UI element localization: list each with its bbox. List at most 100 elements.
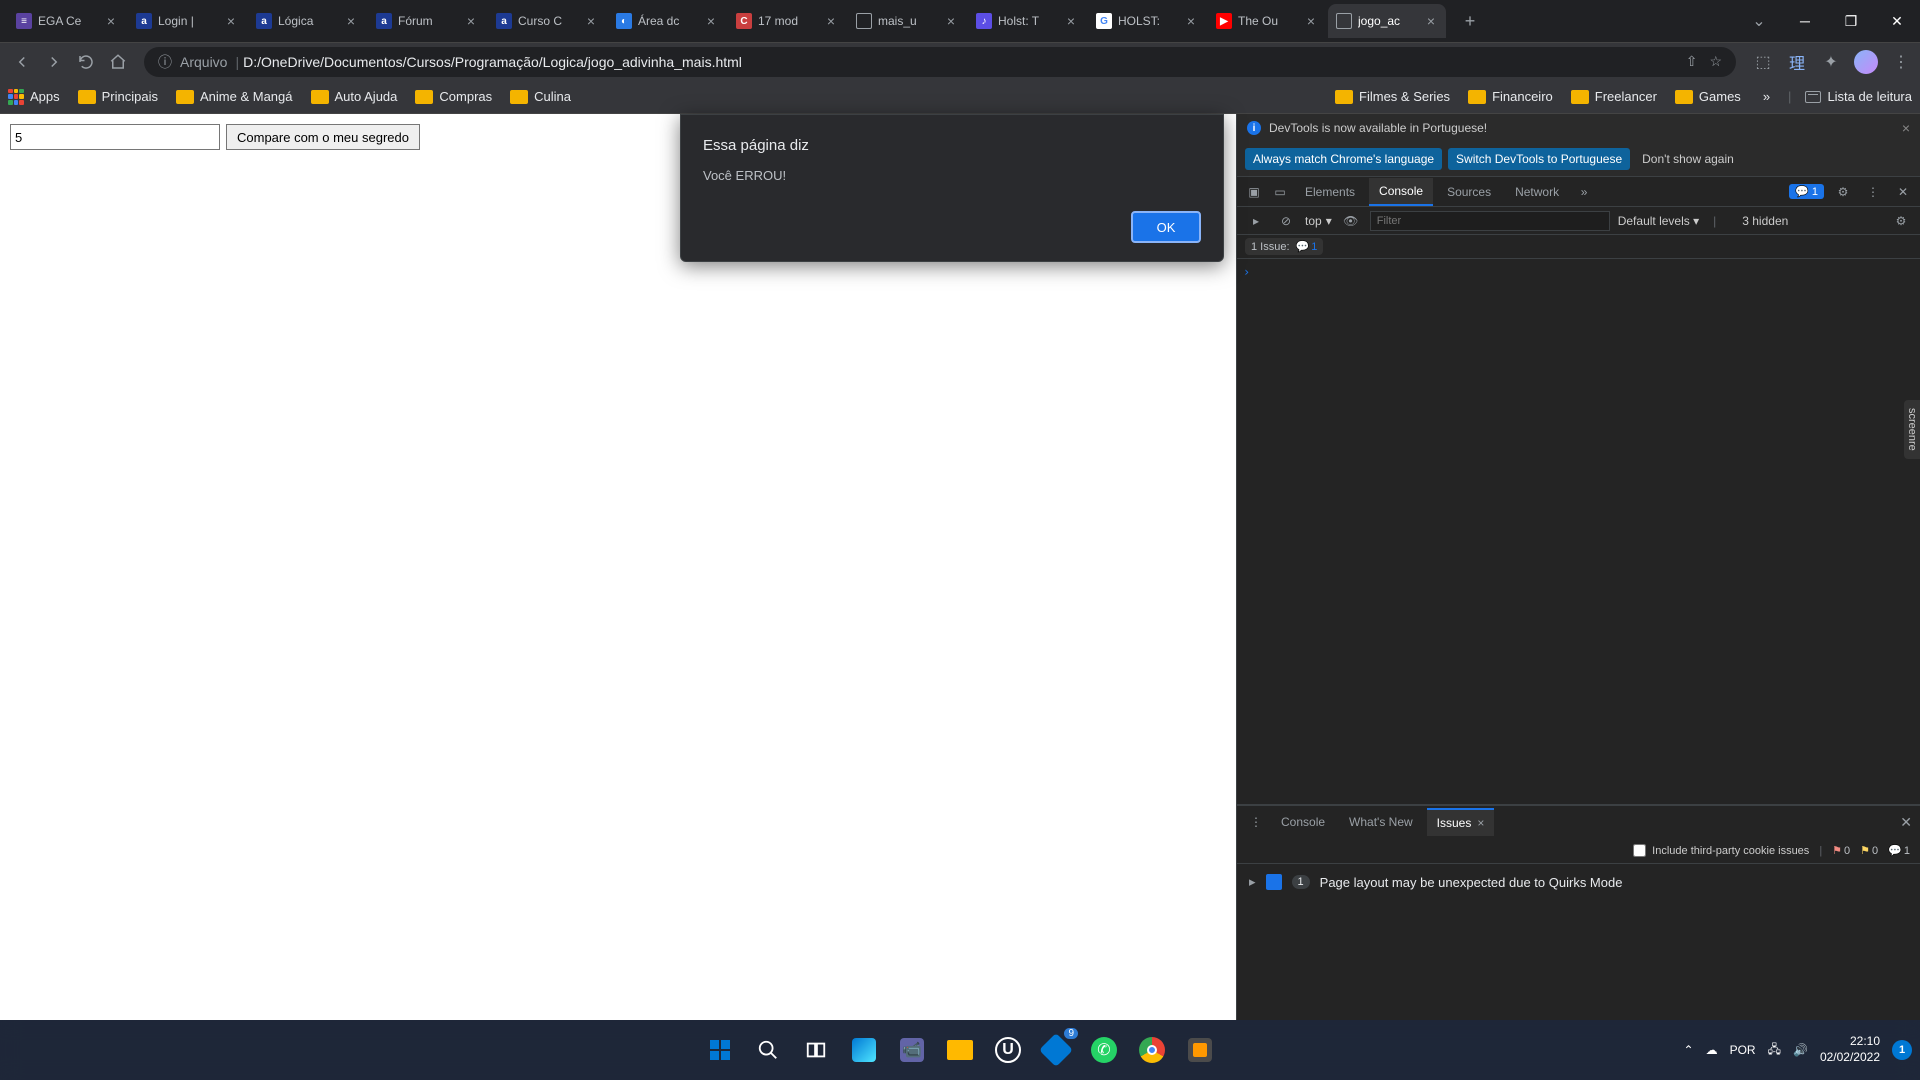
close-devtools-icon[interactable]: ✕	[1892, 181, 1914, 203]
translate-icon[interactable]: 理	[1786, 51, 1808, 73]
browser-tab[interactable]: GHOLST:×	[1088, 4, 1206, 38]
close-icon[interactable]: ×	[104, 14, 118, 28]
new-tab-button[interactable]: +	[1456, 7, 1484, 35]
issues-summary-row[interactable]: 1 Issue: 💬 1	[1237, 235, 1920, 259]
tab-sources[interactable]: Sources	[1437, 179, 1501, 205]
reader-icon[interactable]: ⬚	[1752, 51, 1774, 73]
more-menu-icon[interactable]: ⋮	[1862, 181, 1884, 203]
dont-show-again-button[interactable]: Don't show again	[1636, 148, 1740, 170]
bookmark-folder[interactable]: Culina	[510, 89, 571, 104]
close-icon[interactable]: ×	[224, 14, 238, 28]
browser-tab[interactable]: ◐Área dc×	[608, 4, 726, 38]
browser-tab[interactable]: ▶The Ou×	[1208, 4, 1326, 38]
browser-tab[interactable]: ♪Holst: T×	[968, 4, 1086, 38]
device-toolbar-icon[interactable]: ▭	[1269, 181, 1291, 203]
include-cookies-checkbox[interactable]: Include third-party cookie issues	[1633, 844, 1809, 857]
profile-avatar[interactable]	[1854, 50, 1878, 74]
network-icon[interactable]: 🖧	[1768, 1040, 1781, 1061]
compare-button[interactable]: Compare com o meu segredo	[226, 124, 420, 150]
switch-language-button[interactable]: Switch DevTools to Portuguese	[1448, 148, 1630, 170]
onedrive-icon[interactable]: ☁	[1706, 1043, 1718, 1057]
chrome-button[interactable]	[1132, 1030, 1172, 1070]
close-icon[interactable]: ×	[1064, 14, 1078, 28]
forward-button[interactable]	[40, 48, 68, 76]
url-field[interactable]: ⓘ Arquivo | D:/OneDrive/Documentos/Curso…	[144, 47, 1736, 77]
bookmark-folder[interactable]: Auto Ajuda	[311, 89, 398, 104]
console-filter-input[interactable]	[1370, 211, 1610, 231]
maximize-icon[interactable]: ❐	[1828, 4, 1874, 38]
close-icon[interactable]: ×	[704, 14, 718, 28]
console-settings-icon[interactable]: ⚙	[1890, 210, 1912, 232]
browser-tab[interactable]: aFórum×	[368, 4, 486, 38]
browser-tab[interactable]: aLogin |×	[128, 4, 246, 38]
reading-list-button[interactable]: Lista de leitura	[1805, 89, 1912, 104]
teams-button[interactable]: 📹	[892, 1030, 932, 1070]
bookmark-folder[interactable]: Financeiro	[1468, 89, 1553, 104]
extensions-icon[interactable]: ✦	[1820, 51, 1842, 73]
close-icon[interactable]: ×	[1304, 14, 1318, 28]
close-icon[interactable]: ×	[944, 14, 958, 28]
widgets-button[interactable]	[844, 1030, 884, 1070]
tab-elements[interactable]: Elements	[1295, 179, 1365, 205]
bookmark-folder[interactable]: Compras	[415, 89, 492, 104]
log-levels-selector[interactable]: Default levels ▾	[1618, 214, 1699, 228]
bookmark-folder[interactable]: Filmes & Series	[1335, 89, 1450, 104]
file-explorer-button[interactable]	[940, 1030, 980, 1070]
minimize-icon[interactable]: ─	[1782, 4, 1828, 38]
execution-context-selector[interactable]: top ▾	[1305, 214, 1332, 228]
sublime-button[interactable]	[1180, 1030, 1220, 1070]
close-icon[interactable]: ×	[1477, 816, 1484, 830]
notifications-button[interactable]: 1	[1892, 1040, 1912, 1060]
drawer-tab-whatsnew[interactable]: What's New	[1339, 809, 1423, 835]
search-button[interactable]	[748, 1030, 788, 1070]
share-icon[interactable]: ⇧	[1686, 53, 1698, 70]
settings-icon[interactable]: ⚙	[1832, 181, 1854, 203]
drawer-menu-icon[interactable]: ⋮	[1245, 811, 1267, 833]
drawer-tab-issues[interactable]: Issues×	[1427, 808, 1495, 836]
menu-icon[interactable]: ⋮	[1890, 51, 1912, 73]
close-icon[interactable]: ×	[824, 14, 838, 28]
close-drawer-icon[interactable]: ✕	[1900, 814, 1912, 831]
volume-icon[interactable]: 🔊	[1793, 1043, 1808, 1057]
drawer-tab-console[interactable]: Console	[1271, 809, 1335, 835]
tab-search-icon[interactable]: ⌄	[1736, 4, 1782, 38]
guess-input[interactable]	[10, 124, 220, 150]
close-icon[interactable]: ×	[344, 14, 358, 28]
close-icon[interactable]: ×	[584, 14, 598, 28]
price-tag-app-button[interactable]: 9	[1036, 1030, 1076, 1070]
back-button[interactable]	[8, 48, 36, 76]
unreal-engine-button[interactable]: U	[988, 1030, 1028, 1070]
tab-network[interactable]: Network	[1505, 179, 1569, 205]
issue-item[interactable]: ▸ 1 Page layout may be unexpected due to…	[1237, 864, 1920, 900]
live-expression-icon[interactable]: 👁	[1340, 210, 1362, 232]
bookmark-folder[interactable]: Games	[1675, 89, 1741, 104]
reload-button[interactable]	[72, 48, 100, 76]
task-view-button[interactable]	[796, 1030, 836, 1070]
alert-ok-button[interactable]: OK	[1131, 211, 1201, 243]
issues-badge[interactable]: 💬 1	[1789, 184, 1824, 199]
browser-tab[interactable]: ≡EGA Ce×	[8, 4, 126, 38]
clear-console-icon[interactable]: ⊘	[1275, 210, 1297, 232]
close-icon[interactable]: ×	[1424, 14, 1438, 28]
close-window-icon[interactable]: ✕	[1874, 4, 1920, 38]
close-icon[interactable]: ×	[1902, 120, 1910, 136]
bookmark-folder[interactable]: Principais	[78, 89, 158, 104]
start-button[interactable]	[700, 1030, 740, 1070]
select-element-icon[interactable]: ▣	[1243, 181, 1265, 203]
browser-tab[interactable]: aLógica×	[248, 4, 366, 38]
bookmark-star-icon[interactable]: ☆	[1709, 53, 1722, 70]
bookmark-folder[interactable]: Freelancer	[1571, 89, 1657, 104]
browser-tab[interactable]: mais_u×	[848, 4, 966, 38]
browser-tab[interactable]: aCurso C×	[488, 4, 606, 38]
home-button[interactable]	[104, 48, 132, 76]
system-tray-expand-icon[interactable]: ⌃	[1684, 1043, 1694, 1057]
apps-button[interactable]: Apps	[8, 89, 60, 105]
whatsapp-button[interactable]: ✆	[1084, 1030, 1124, 1070]
expand-icon[interactable]: ▸	[1249, 874, 1256, 890]
close-icon[interactable]: ×	[464, 14, 478, 28]
bookmarks-overflow-icon[interactable]: »	[1763, 89, 1770, 104]
more-tabs-icon[interactable]: »	[1573, 181, 1595, 203]
browser-tab[interactable]: C17 mod×	[728, 4, 846, 38]
tab-console[interactable]: Console	[1369, 178, 1433, 206]
always-match-language-button[interactable]: Always match Chrome's language	[1245, 148, 1442, 170]
